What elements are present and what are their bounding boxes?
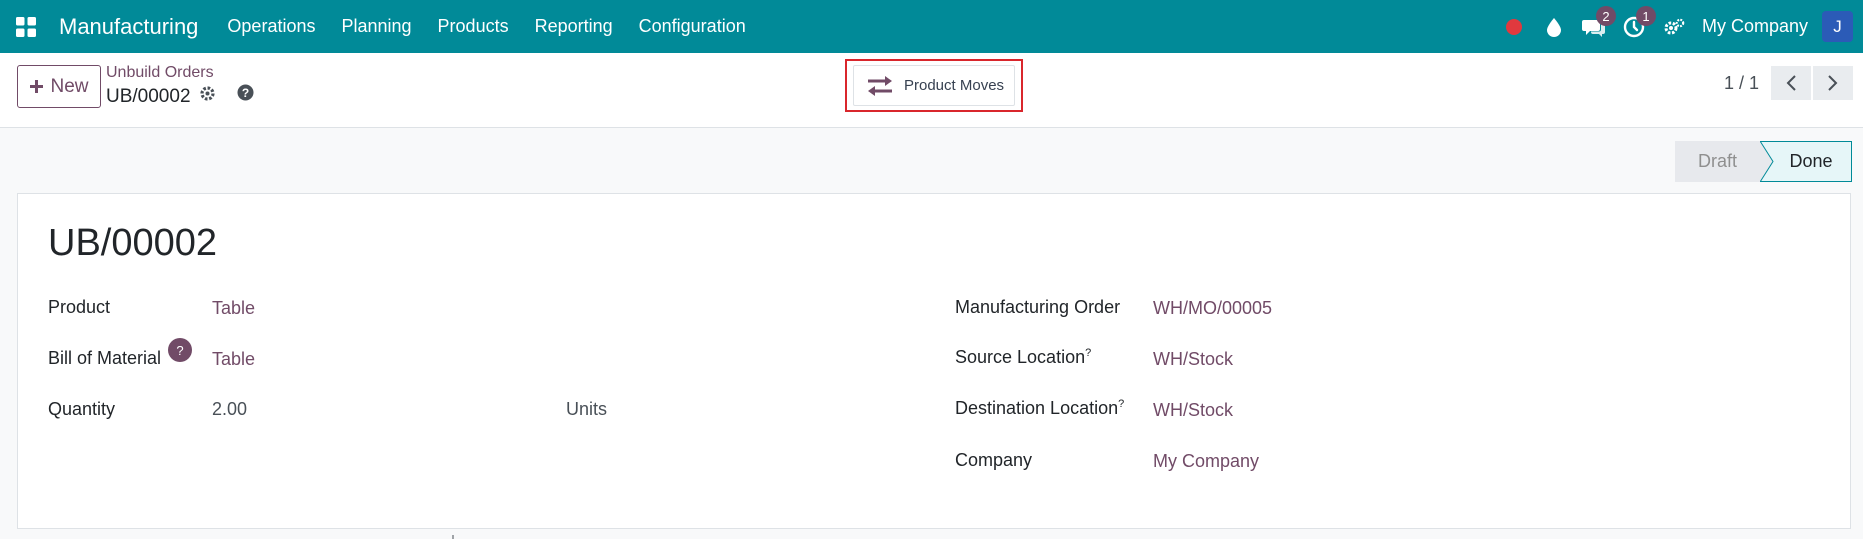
mo-field[interactable]: WH/MO/00005 xyxy=(1153,298,1272,319)
new-button[interactable]: New xyxy=(17,65,101,108)
notebook-tabs xyxy=(17,530,1851,539)
user-avatar[interactable]: J xyxy=(1822,11,1853,42)
activities-clock-icon[interactable]: 1 xyxy=(1614,0,1656,53)
record-gear-icon[interactable] xyxy=(199,85,216,108)
apps-menu-icon[interactable] xyxy=(0,0,52,53)
systray: 2 1 My Company J xyxy=(1494,0,1863,53)
menu-configuration[interactable]: Configuration xyxy=(626,16,759,37)
uom-field[interactable]: Units xyxy=(566,399,607,420)
breadcrumb-unbuild-orders[interactable]: Unbuild Orders xyxy=(106,64,216,82)
bom-label: Bill of Material xyxy=(48,348,162,368)
chevron-right-icon xyxy=(1828,75,1838,91)
company-switcher[interactable]: My Company xyxy=(1702,16,1808,37)
pager-previous-button[interactable] xyxy=(1771,66,1811,100)
destination-location-tooltip[interactable]: ? xyxy=(1118,398,1124,410)
plus-icon xyxy=(30,80,44,93)
product-field[interactable]: Table xyxy=(212,298,255,319)
product-moves-label: Product Moves xyxy=(904,77,1005,94)
menu-operations[interactable]: Operations xyxy=(214,16,328,37)
menu-products[interactable]: Products xyxy=(425,16,522,37)
destination-location-field[interactable]: WH/Stock xyxy=(1153,400,1233,421)
recording-dot-icon[interactable] xyxy=(1494,0,1534,53)
activities-badge: 1 xyxy=(1635,6,1656,26)
source-location-tooltip[interactable]: ? xyxy=(1085,347,1091,359)
product-label: Product xyxy=(48,297,111,317)
messages-icon[interactable]: 2 xyxy=(1574,0,1616,53)
arrows-exchange-icon xyxy=(868,75,892,96)
company-label: Company xyxy=(955,450,1033,470)
question-circle-icon[interactable]: ? xyxy=(237,84,254,106)
statusbar: Draft Done xyxy=(1675,141,1852,182)
stage-draft[interactable]: Draft xyxy=(1675,141,1760,182)
company-field[interactable]: My Company xyxy=(1153,451,1259,472)
breadcrumb: Unbuild Orders UB/00002 xyxy=(106,64,216,108)
messages-badge: 2 xyxy=(1595,6,1616,26)
product-moves-smart-button[interactable]: Product Moves xyxy=(853,65,1015,106)
stage-arrow-shape xyxy=(1760,141,1774,182)
source-location-field[interactable]: WH/Stock xyxy=(1153,349,1233,370)
bom-help-icon[interactable]: ? xyxy=(168,338,192,362)
form-sheet: UB/00002 Product Table Bill of Material … xyxy=(17,193,1851,529)
source-location-label: Source Location? xyxy=(955,347,1092,367)
chevron-left-icon xyxy=(1786,75,1796,91)
new-button-label: New xyxy=(50,75,89,97)
settings-gears-icon[interactable] xyxy=(1654,0,1694,53)
mo-label: Manufacturing Order xyxy=(955,297,1121,317)
quantity-field[interactable]: 2.00 xyxy=(212,399,247,420)
breadcrumb-current: UB/00002 xyxy=(106,85,191,107)
destination-location-label: Destination Location? xyxy=(955,398,1125,418)
app-brand[interactable]: Manufacturing xyxy=(59,14,198,40)
pager: 1 / 1 xyxy=(1724,66,1853,100)
record-title: UB/00002 xyxy=(48,222,218,264)
pager-next-button[interactable] xyxy=(1813,66,1853,100)
svg-text:?: ? xyxy=(242,86,249,100)
bom-field[interactable]: Table xyxy=(212,349,255,370)
drop-icon[interactable] xyxy=(1534,0,1574,53)
highlight-box: Product Moves xyxy=(845,59,1023,112)
menu-reporting[interactable]: Reporting xyxy=(522,16,626,37)
quantity-label: Quantity xyxy=(48,399,116,419)
top-navbar: Manufacturing Operations Planning Produc… xyxy=(0,0,1863,53)
control-panel: New Unbuild Orders UB/00002 ? Product Mo… xyxy=(0,53,1863,128)
menu-planning[interactable]: Planning xyxy=(328,16,424,37)
pager-value[interactable]: 1 / 1 xyxy=(1724,73,1759,94)
